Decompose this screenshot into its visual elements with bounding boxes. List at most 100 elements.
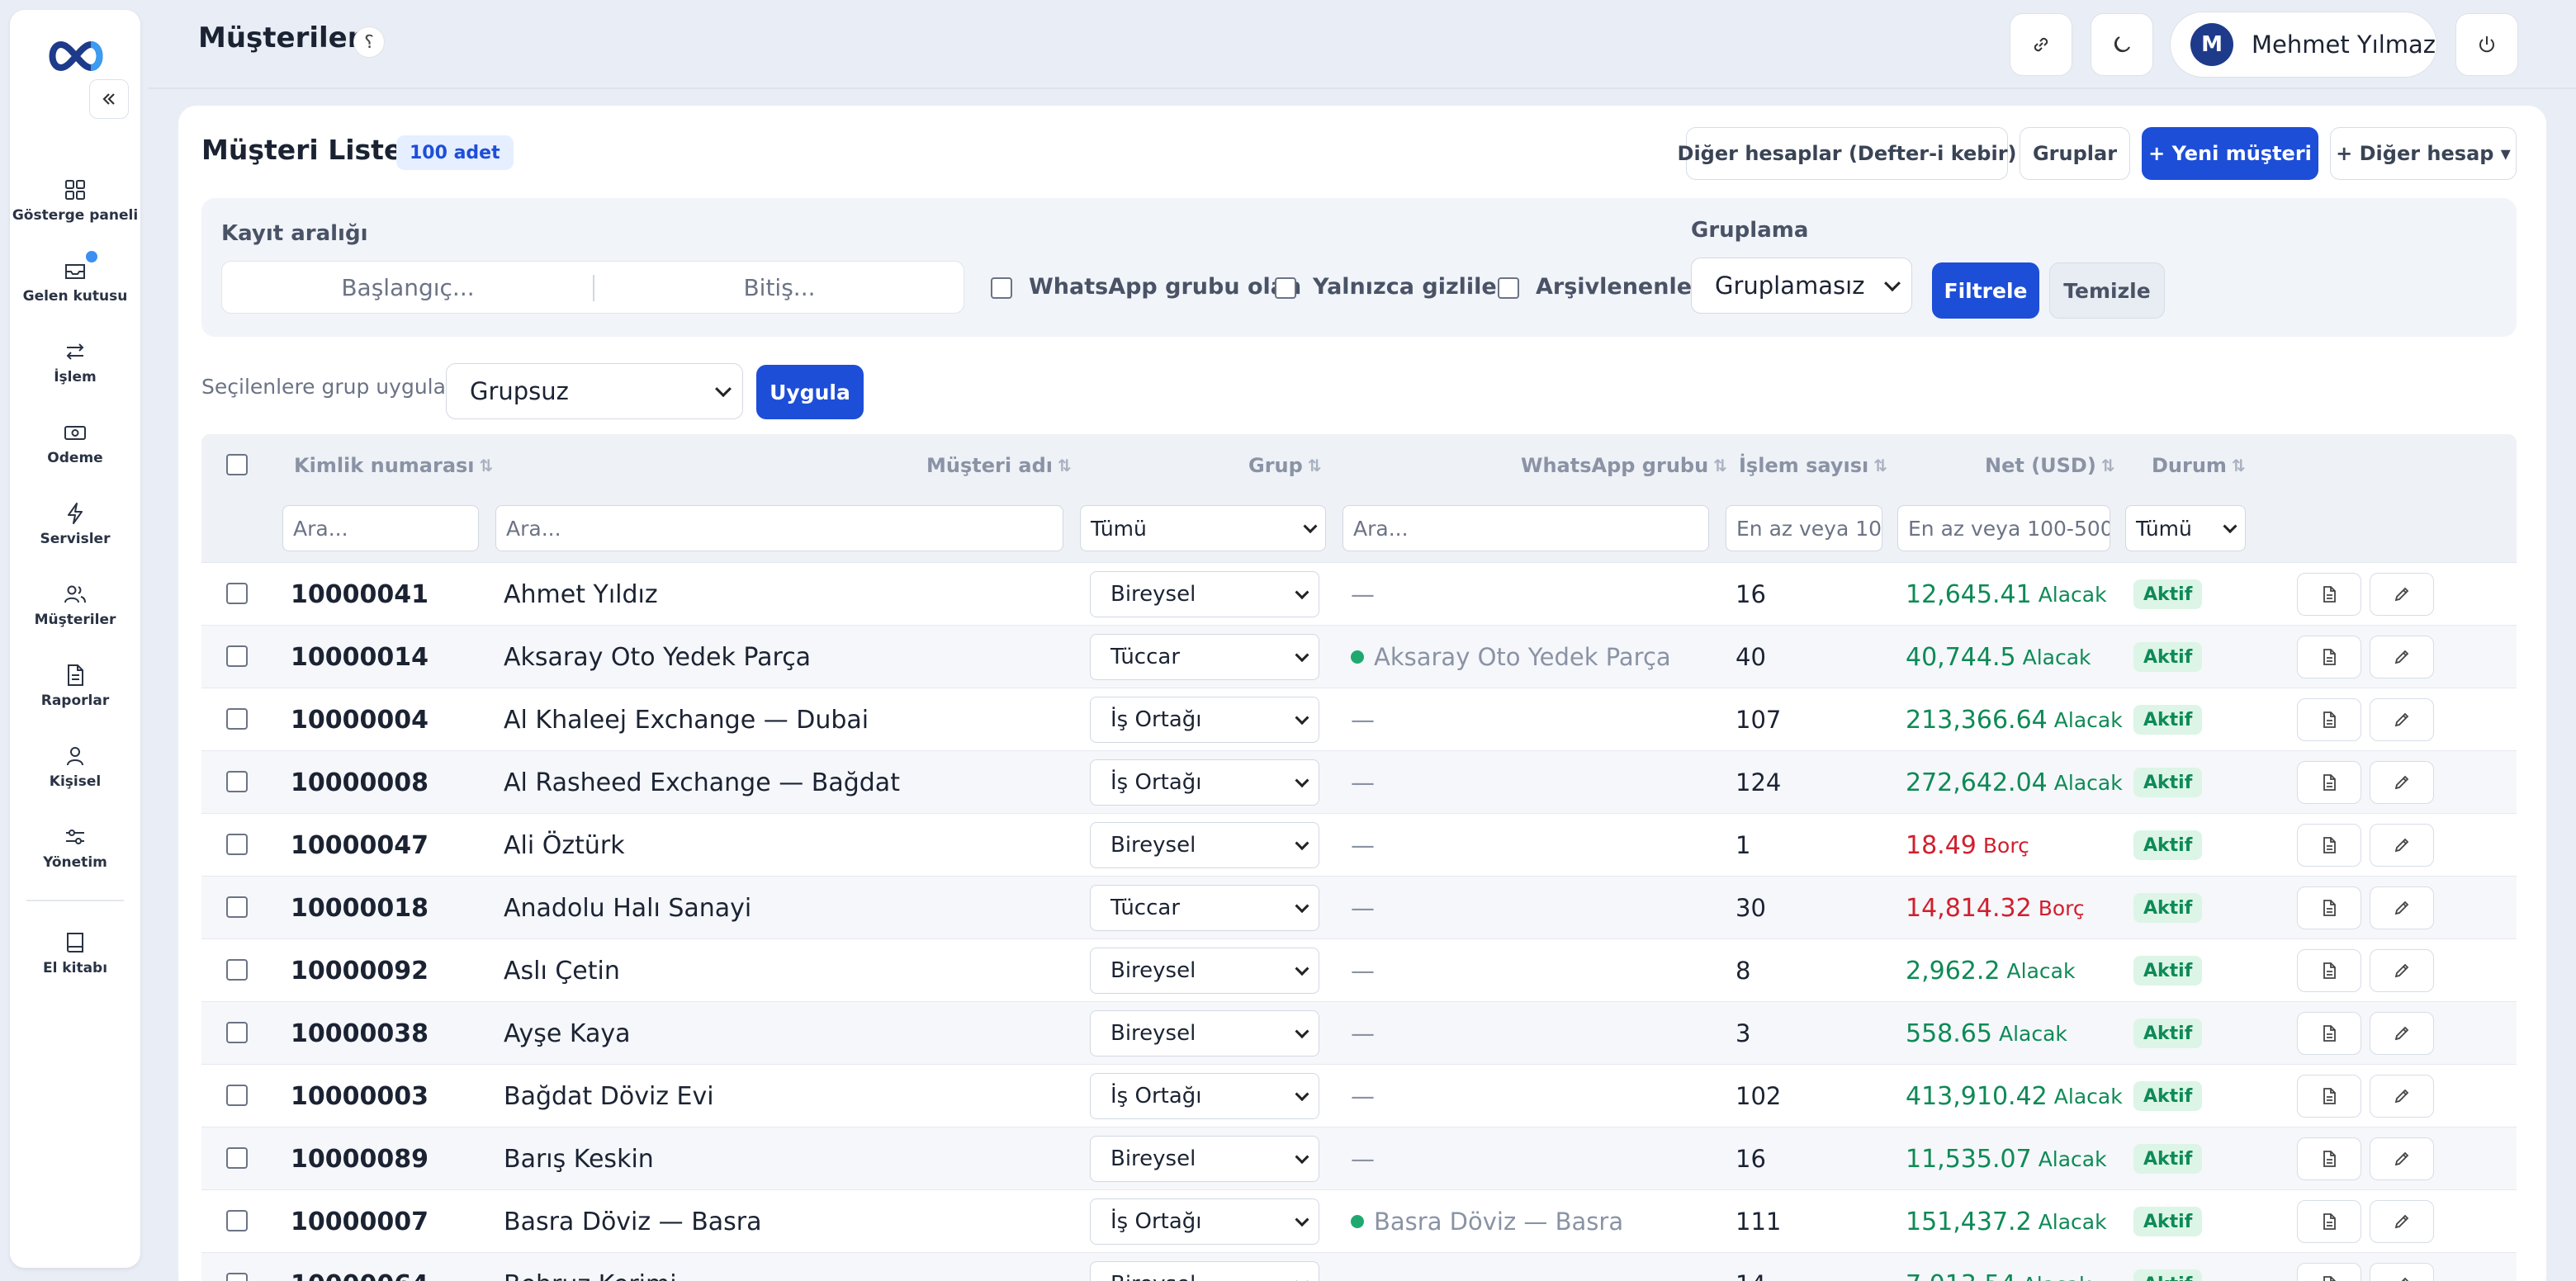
statement-button[interactable]: [2297, 1263, 2361, 1281]
whatsapp-filter-checkbox[interactable]: [991, 277, 1012, 299]
sidebar-item-reports[interactable]: Raporlar: [10, 645, 140, 726]
edit-button[interactable]: [2370, 761, 2434, 804]
count-filter-input[interactable]: En az veya 10: [1726, 505, 1882, 551]
header-name[interactable]: Müşteri adı ⇅: [926, 434, 1072, 497]
group-select[interactable]: Tüccar: [1090, 634, 1319, 680]
group-select[interactable]: İş Ortağı: [1090, 697, 1319, 743]
header-whatsapp[interactable]: WhatsApp grubu ⇅: [1521, 434, 1727, 497]
row-checkbox[interactable]: [226, 1147, 248, 1169]
statement-button[interactable]: [2297, 636, 2361, 678]
customer-name[interactable]: Ahmet Yıldız: [504, 563, 658, 626]
row-checkbox[interactable]: [226, 1022, 248, 1043]
sidebar-item-transactions[interactable]: İşlem: [10, 322, 140, 403]
row-checkbox[interactable]: [226, 583, 248, 604]
edit-button[interactable]: [2370, 824, 2434, 867]
statement-button[interactable]: [2297, 1075, 2361, 1118]
customer-name[interactable]: Behruz Kerimi: [504, 1253, 677, 1281]
header-count[interactable]: İşlem sayısı ⇅: [1739, 434, 1887, 497]
group-select[interactable]: Bireysel: [1090, 571, 1319, 617]
statement-button[interactable]: [2297, 761, 2361, 804]
header-id[interactable]: Kimlik numarası ⇅: [294, 434, 493, 497]
theme-toggle-button[interactable]: [2091, 13, 2153, 76]
sidebar-item-handbook[interactable]: El kitabı: [10, 913, 140, 994]
row-checkbox[interactable]: [226, 1210, 248, 1231]
group-select[interactable]: Bireysel: [1090, 1136, 1319, 1182]
statement-button[interactable]: [2297, 698, 2361, 741]
groups-button[interactable]: Gruplar: [2020, 127, 2130, 180]
statement-button[interactable]: [2297, 886, 2361, 929]
sidebar-item-payment[interactable]: Odeme: [10, 403, 140, 484]
name-filter-input[interactable]: Ara...: [495, 505, 1063, 551]
sidebar-item-management[interactable]: Yönetim: [10, 807, 140, 888]
table-row[interactable]: 10000038 Ayşe Kaya Bireysel —3 558.65 Alacak A…: [201, 1002, 2517, 1065]
user-menu[interactable]: M Mehmet Yılmaz: [2170, 12, 2437, 78]
range-end-input[interactable]: Bitiş...: [595, 262, 964, 313]
statement-button[interactable]: [2297, 1012, 2361, 1055]
table-row[interactable]: 10000041 Ahmet Yıldız Bireysel — 16 12,645.41…: [201, 563, 2517, 626]
edit-button[interactable]: [2370, 573, 2434, 616]
statement-button[interactable]: [2297, 573, 2361, 616]
sidebar-item-personal[interactable]: Kişisel: [10, 726, 140, 807]
edit-button[interactable]: [2370, 1075, 2434, 1118]
statement-button[interactable]: [2297, 824, 2361, 867]
table-row[interactable]: 10000089 Barış Keskin Bireysel — 16 11,535.07…: [201, 1127, 2517, 1190]
group-select[interactable]: Tüccar: [1090, 885, 1319, 931]
row-checkbox[interactable]: [226, 771, 248, 792]
header-group[interactable]: Grup ⇅: [1248, 434, 1322, 497]
customer-name[interactable]: Ali Öztürk: [504, 814, 625, 877]
edit-button[interactable]: [2370, 1263, 2434, 1281]
copy-link-button[interactable]: [2010, 13, 2072, 76]
group-select[interactable]: Bireysel: [1090, 1261, 1319, 1281]
table-row[interactable]: 10000007 Basra Döviz — Basra İş Ortağı Basr…: [201, 1190, 2517, 1253]
table-row[interactable]: 10000092 Aslı Çetin Bireysel — 8 2,962.2 Alaca…: [201, 939, 2517, 1002]
table-row[interactable]: 10000018 Anadolu Halı Sanayi Tüccar — 30 14,8…: [201, 877, 2517, 939]
group-select[interactable]: Bireysel: [1090, 948, 1319, 994]
customer-name[interactable]: Aksaray Oto Yedek Parça: [504, 626, 811, 688]
group-select[interactable]: İş Ortağı: [1090, 1198, 1319, 1245]
row-checkbox[interactable]: [226, 959, 248, 981]
clear-button[interactable]: Temizle: [2049, 262, 2165, 319]
range-start-input[interactable]: Başlangıç...: [222, 262, 594, 313]
edit-button[interactable]: [2370, 1012, 2434, 1055]
edit-button[interactable]: [2370, 949, 2434, 992]
table-row[interactable]: 10000014 Aksaray Oto Yedek Parça Tüccar Aks…: [201, 626, 2517, 688]
status-filter-select[interactable]: Tümü: [2125, 505, 2246, 551]
group-filter-select[interactable]: Tümü: [1080, 505, 1326, 551]
table-row[interactable]: 10000064 Behruz Kerimi Bireysel 14 7,013.54 A…: [201, 1253, 2517, 1281]
edit-button[interactable]: [2370, 886, 2434, 929]
other-account-dropdown-button[interactable]: + Diğer hesap ▾: [2330, 127, 2517, 180]
edit-button[interactable]: [2370, 636, 2434, 678]
row-checkbox[interactable]: [226, 708, 248, 730]
row-checkbox[interactable]: [226, 1273, 248, 1281]
customer-name[interactable]: Al Khaleej Exchange — Dubai: [504, 688, 869, 751]
customer-name[interactable]: Aslı Çetin: [504, 939, 620, 1002]
customer-name[interactable]: Bağdat Döviz Evi: [504, 1065, 714, 1127]
other-ledger-accounts-button[interactable]: Diğer hesaplar (Defter-i kebir): [1678, 127, 2017, 180]
table-row[interactable]: 10000047 Ali Öztürk Bireysel — 1 18.49 Borç Akt…: [201, 814, 2517, 877]
group-select[interactable]: Bireysel: [1090, 1010, 1319, 1056]
header-status[interactable]: Durum ⇅: [2152, 434, 2246, 497]
group-select[interactable]: İş Ortağı: [1090, 759, 1319, 806]
row-checkbox[interactable]: [226, 645, 248, 667]
whatsapp-filter-input[interactable]: Ara...: [1342, 505, 1709, 551]
row-checkbox[interactable]: [226, 1085, 248, 1106]
sidebar-item-inbox[interactable]: Gelen kutusu: [10, 241, 140, 322]
customer-name[interactable]: Al Rasheed Exchange — Bağdat: [504, 751, 900, 814]
statement-button[interactable]: [2297, 1137, 2361, 1180]
customer-name[interactable]: Anadolu Halı Sanayi: [504, 877, 751, 939]
group-select[interactable]: İş Ortağı: [1090, 1073, 1319, 1119]
help-button[interactable]: ؟: [353, 26, 385, 58]
table-row[interactable]: 10000003 Bağdat Döviz Evi İş Ortağı — 102 413…: [201, 1065, 2517, 1127]
select-all-checkbox[interactable]: [226, 454, 248, 475]
edit-button[interactable]: [2370, 1137, 2434, 1180]
sidebar-item-dashboard[interactable]: Gösterge paneli: [10, 160, 140, 241]
apply-group-button[interactable]: Uygula: [756, 365, 864, 419]
filter-button[interactable]: Filtrele: [1932, 262, 2039, 319]
collapse-sidebar-button[interactable]: [89, 79, 129, 119]
logout-button[interactable]: [2455, 13, 2518, 76]
statement-button[interactable]: [2297, 1200, 2361, 1243]
net-filter-input[interactable]: En az veya 100-500: [1897, 505, 2110, 551]
new-customer-button[interactable]: + Yeni müşteri: [2142, 127, 2318, 180]
table-row[interactable]: 10000008 Al Rasheed Exchange — Bağdat İş O…: [201, 751, 2517, 814]
hidden-only-checkbox[interactable]: [1275, 277, 1296, 299]
